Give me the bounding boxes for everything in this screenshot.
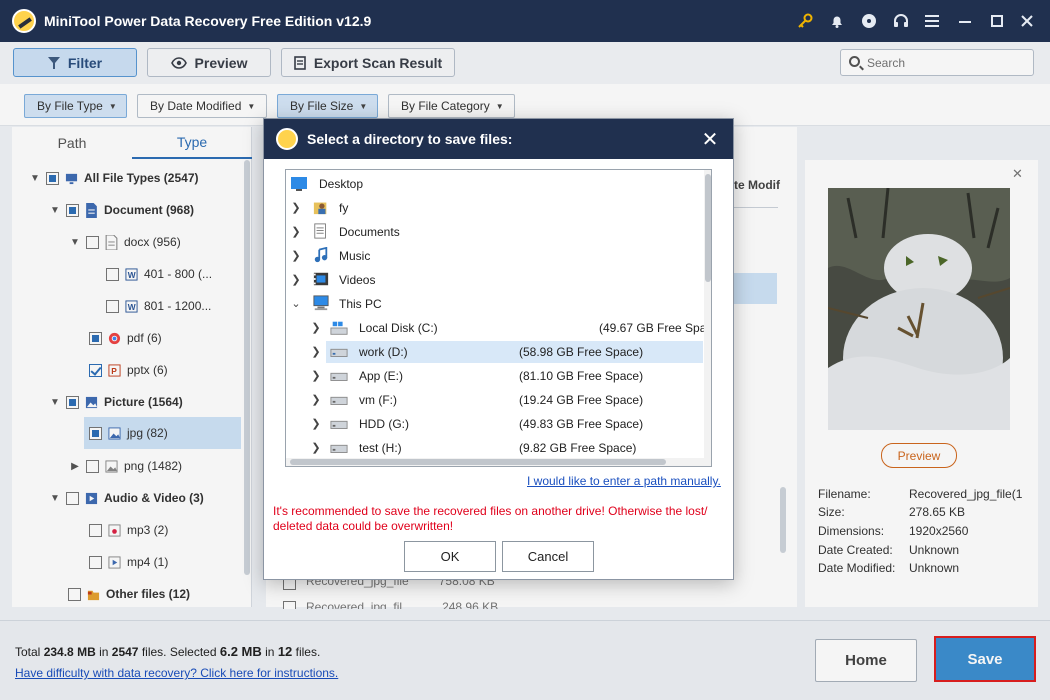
dir-item-app-e[interactable]: ❯ App (E:) (81.10 GB Free Space) <box>311 365 704 387</box>
drive-icon <box>330 372 348 381</box>
app-logo <box>12 9 36 33</box>
chevron-right-icon[interactable]: ❯ <box>310 417 322 430</box>
cancel-button[interactable]: Cancel <box>502 541 594 572</box>
dir-label: Local Disk (C:) <box>359 321 438 335</box>
dir-label: work (D:) <box>359 345 408 359</box>
minimize-icon[interactable] <box>954 10 976 32</box>
dialog-vertical-scrollbar[interactable] <box>704 170 711 466</box>
dialog-title: Select a directory to save files: <box>307 131 513 147</box>
dir-label: fy <box>339 201 349 215</box>
bell-icon[interactable] <box>826 10 848 32</box>
free-space: (19.24 GB Free Space) <box>519 393 644 407</box>
chevron-right-icon[interactable]: ❯ <box>310 393 322 406</box>
videos-icon <box>313 272 329 286</box>
save-directory-dialog: Select a directory to save files: ✕ Desk… <box>263 118 734 580</box>
drive-icon <box>330 444 348 453</box>
dir-label: Desktop <box>319 177 364 191</box>
drive-icon <box>330 420 348 429</box>
dialog-title-bar: Select a directory to save files: ✕ <box>264 119 733 159</box>
free-space: (58.98 GB Free Space) <box>519 345 644 359</box>
chevron-right-icon[interactable]: ❯ <box>290 201 302 214</box>
dir-label: This PC <box>339 297 382 311</box>
directory-tree[interactable]: Desktop ❯ fy ❯ Documents ❯ Music ❯ Video… <box>285 169 712 467</box>
scrollbar-thumb[interactable] <box>290 459 666 465</box>
disc-icon[interactable] <box>858 10 880 32</box>
menu-icon[interactable] <box>922 10 944 32</box>
app-logo <box>276 128 298 150</box>
dir-item-hdd-g[interactable]: ❯ HDD (G:) (49.83 GB Free Space) <box>311 413 704 435</box>
dir-item-this-pc[interactable]: ⌄ This PC <box>286 293 704 315</box>
chevron-right-icon[interactable]: ❯ <box>290 273 302 286</box>
free-space: (9.82 GB Free Space) <box>519 441 637 455</box>
dialog-horizontal-scrollbar[interactable] <box>286 458 704 466</box>
ok-button[interactable]: OK <box>404 541 496 572</box>
dir-label: Documents <box>339 225 400 239</box>
dir-label: Music <box>339 249 371 263</box>
dir-item-desktop[interactable]: Desktop <box>286 173 704 195</box>
chevron-down-icon[interactable]: ⌄ <box>290 297 302 310</box>
key-icon[interactable] <box>794 10 816 32</box>
close-icon[interactable] <box>1016 10 1038 32</box>
dir-label: Videos <box>339 273 376 287</box>
maximize-icon[interactable] <box>986 10 1008 32</box>
drive-icon <box>330 396 348 405</box>
app-title: MiniTool Power Data Recovery Free Editio… <box>44 13 372 29</box>
dir-label: App (E:) <box>359 369 404 383</box>
dialog-close-icon[interactable]: ✕ <box>699 127 721 152</box>
chevron-right-icon[interactable]: ❯ <box>290 249 302 262</box>
dir-item-fy[interactable]: ❯ fy <box>286 197 704 219</box>
dir-item-videos[interactable]: ❯ Videos <box>286 269 704 291</box>
overwrite-warning: It's recommended to save the recovered f… <box>273 504 708 533</box>
dir-item-work-d[interactable]: ❯ work (D:) (58.98 GB Free Space) <box>311 341 703 363</box>
chevron-right-icon[interactable]: ❯ <box>310 369 322 382</box>
dir-label: test (H:) <box>359 441 402 455</box>
chevron-right-icon[interactable]: ❯ <box>310 345 322 358</box>
headset-icon[interactable] <box>890 10 912 32</box>
user-folder-icon <box>313 202 327 215</box>
desktop-icon <box>291 177 307 191</box>
free-space: (49.83 GB Free Space) <box>519 417 644 431</box>
drive-icon <box>330 348 348 357</box>
dir-item-test-h[interactable]: ❯ test (H:) (9.82 GB Free Space) <box>311 437 704 459</box>
chevron-right-icon[interactable]: ❯ <box>310 441 322 454</box>
chevron-right-icon[interactable]: ❯ <box>310 321 322 334</box>
computer-icon <box>313 295 329 311</box>
documents-icon <box>314 223 326 239</box>
scrollbar-thumb[interactable] <box>705 174 711 282</box>
music-icon <box>314 247 328 263</box>
dir-item-local-disk-c[interactable]: ❯ Local Disk (C:) (49.67 GB Free Spa <box>311 317 707 339</box>
chevron-right-icon[interactable]: ❯ <box>290 225 302 238</box>
dir-item-music[interactable]: ❯ Music <box>286 245 704 267</box>
dir-item-vm-f[interactable]: ❯ vm (F:) (19.24 GB Free Space) <box>311 389 704 411</box>
free-space: (81.10 GB Free Space) <box>519 369 644 383</box>
dir-label: HDD (G:) <box>359 417 409 431</box>
dir-item-documents[interactable]: ❯ Documents <box>286 221 704 243</box>
free-space: (49.67 GB Free Spa <box>599 321 707 335</box>
dir-label: vm (F:) <box>359 393 397 407</box>
manual-path-link[interactable]: I would like to enter a path manually. <box>527 474 721 488</box>
windows-drive-icon <box>330 321 348 335</box>
